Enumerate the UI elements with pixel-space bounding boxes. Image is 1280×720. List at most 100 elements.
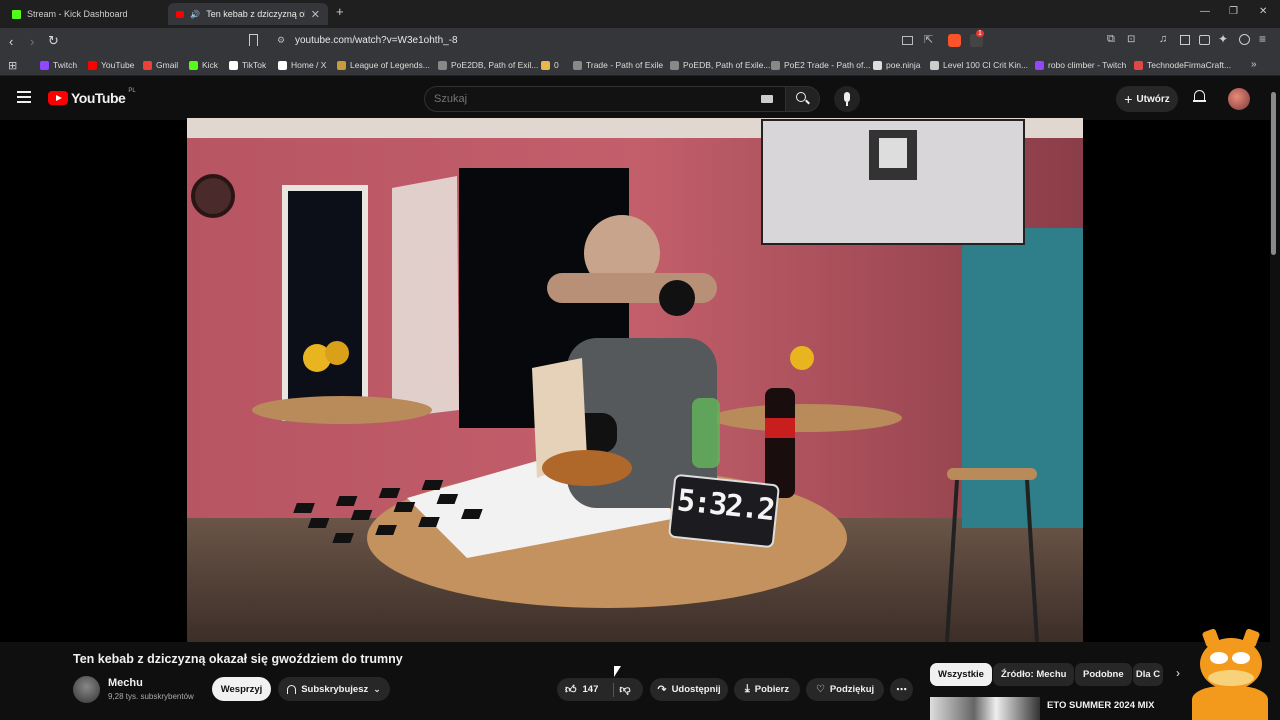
bookmark-item[interactable]: Gmail (143, 60, 178, 70)
site-info-icon[interactable]: ⚙ (277, 35, 285, 46)
more-actions-button[interactable]: ⋯ (890, 678, 913, 701)
media-controls-icon[interactable]: ♫ (1159, 33, 1167, 45)
bookmark-item[interactable]: PoE2 Trade - Path of... (771, 60, 870, 70)
left-table (252, 396, 432, 424)
bookmark-item[interactable]: League of Legends... (337, 60, 430, 70)
browser-tab-bar: Stream - Kick Dashboard 🔊 Ten kebab z dz… (0, 0, 1280, 28)
search-input[interactable] (434, 91, 734, 107)
dislike-button[interactable]: 👎︎ (619, 683, 630, 696)
tab-kick-dashboard[interactable]: Stream - Kick Dashboard (4, 3, 166, 25)
forward-icon[interactable]: › (30, 34, 34, 49)
bookmark-favicon-icon (229, 60, 238, 70)
recommendation-thumbnail[interactable] (930, 697, 1040, 720)
share-button[interactable]: ↷ Udostępnij (650, 678, 728, 701)
bookmark-label: League of Legends... (350, 60, 430, 70)
bookmark-favicon-icon (541, 60, 550, 70)
bookmark-label: PoE2DB, Path of Exil... (451, 60, 539, 70)
guide-menu-icon[interactable] (17, 91, 31, 103)
bookmark-label: Gmail (156, 60, 179, 70)
bookmark-item[interactable]: YouTube (88, 60, 134, 70)
support-button[interactable]: Wesprzyj (212, 677, 271, 701)
youtube-logo[interactable]: YouTube PL (48, 88, 136, 106)
bookmark-item[interactable]: Home / X (278, 60, 326, 70)
bookmark-favicon-icon (1035, 60, 1044, 70)
door (282, 185, 368, 421)
teal-wall-section (962, 228, 1083, 528)
bookmark-item[interactable]: Twitch (40, 60, 77, 70)
brave-shield-icon[interactable] (948, 34, 961, 47)
brave-rewards-icon[interactable]: 1 (970, 30, 984, 47)
sidebar-icon[interactable] (1180, 35, 1190, 45)
minimize-icon[interactable]: — (1200, 6, 1210, 17)
bookmark-label: TikTok (242, 60, 267, 70)
video-scene (187, 118, 1083, 642)
bookmark-favicon-icon (88, 60, 97, 70)
bookmark-item[interactable]: 0 (541, 60, 559, 70)
url-text[interactable]: youtube.com/watch?v=W3e1ohth_-8 (295, 35, 458, 46)
menu-icon[interactable]: ≡ (1259, 32, 1266, 46)
bookmark-favicon-icon (771, 60, 780, 70)
create-button[interactable]: + Utwórz (1116, 86, 1178, 112)
notification-badge: 1 (976, 30, 984, 37)
screenshot-icon[interactable]: ⊡ (1127, 34, 1135, 45)
youtube-play-icon (48, 91, 68, 105)
like-button[interactable]: 👍︎ 147 (565, 683, 598, 696)
keyboard-icon[interactable] (761, 95, 773, 103)
chip-all[interactable]: Wszystkie (930, 663, 992, 686)
create-label: Utwórz (1136, 93, 1170, 105)
bookmark-favicon-icon (438, 60, 447, 70)
share-label: Udostępnij (671, 684, 721, 695)
subscribed-label: Subskrybujesz (301, 683, 369, 695)
garfield-sticker (1190, 628, 1270, 720)
bookmark-item[interactable]: TikTok (229, 60, 266, 70)
leo-ai-icon[interactable]: ✦ (1218, 32, 1228, 46)
apps-grid-icon[interactable]: ⊞ (8, 59, 17, 72)
chip-from-channel[interactable]: Źródło: Mechu (993, 663, 1075, 686)
restore-icon[interactable]: ❐ (1229, 6, 1238, 17)
extensions-icon[interactable]: ⧉ (1107, 33, 1115, 46)
search-button[interactable] (786, 86, 820, 112)
microphone-icon (844, 92, 850, 102)
notifications-bell-icon[interactable] (1193, 90, 1206, 104)
region-code: PL (128, 88, 136, 94)
recommendation-title[interactable]: ETO SUMMER 2024 MIX (1047, 700, 1155, 711)
wallet-icon[interactable] (1199, 35, 1210, 45)
thanks-button[interactable]: ♡ Podziękuj (806, 678, 884, 701)
tab-youtube-video[interactable]: 🔊 Ten kebab z dziczyzną okazał ✕ (168, 3, 328, 25)
close-tab-icon[interactable]: ✕ (311, 8, 320, 21)
video-frame[interactable]: 5:32.2 (187, 118, 1083, 642)
bookmark-label: Kick (202, 60, 219, 70)
chip-related[interactable]: Podobne (1075, 663, 1132, 686)
chip-for-you[interactable]: Dla C (1133, 663, 1163, 686)
back-icon[interactable]: ‹ (9, 34, 13, 49)
share-page-icon[interactable]: ⇱ (924, 33, 933, 46)
bookmark-favicon-icon (670, 60, 679, 70)
bookmark-item[interactable]: robo climber - Twitch (1035, 60, 1126, 70)
cast-icon[interactable] (902, 36, 913, 45)
bookmark-label: robo climber - Twitch (1048, 60, 1127, 70)
bookmark-item[interactable]: poe.ninja (873, 60, 921, 70)
voice-search-button[interactable] (834, 86, 860, 112)
bookmark-item[interactable]: Level 100 CI Crit Kin... (930, 60, 1028, 70)
bookmark-favicon-icon (930, 60, 939, 70)
vpn-icon[interactable] (1239, 34, 1250, 45)
bookmark-item[interactable]: TechnodeFirmaCraft... (1134, 60, 1231, 70)
more-bookmarks-icon[interactable]: » (1251, 59, 1257, 70)
bookmark-item[interactable]: PoEDB, Path of Exile... (670, 60, 770, 70)
new-tab-button[interactable]: + (336, 4, 344, 19)
bookmark-item[interactable]: PoE2DB, Path of Exil... (438, 60, 538, 70)
right-table (712, 404, 902, 432)
kick-icon (12, 9, 21, 19)
account-avatar[interactable] (1228, 88, 1250, 110)
close-window-icon[interactable]: ✕ (1259, 6, 1267, 17)
download-button[interactable]: ⤓ Pobierz (734, 678, 800, 701)
bookmark-item[interactable]: Trade - Path of Exile (573, 60, 663, 70)
wall-clock (191, 174, 235, 218)
channel-name[interactable]: Mechu (108, 677, 143, 689)
subscribed-button[interactable]: Subskrybujesz ⌄ (278, 677, 390, 701)
reload-icon[interactable]: ↻ (48, 33, 59, 49)
page-scrollbar[interactable] (1271, 92, 1276, 255)
chevron-right-icon[interactable]: › (1176, 666, 1180, 680)
bookmark-item[interactable]: Kick (189, 60, 218, 70)
channel-avatar[interactable] (73, 676, 100, 703)
